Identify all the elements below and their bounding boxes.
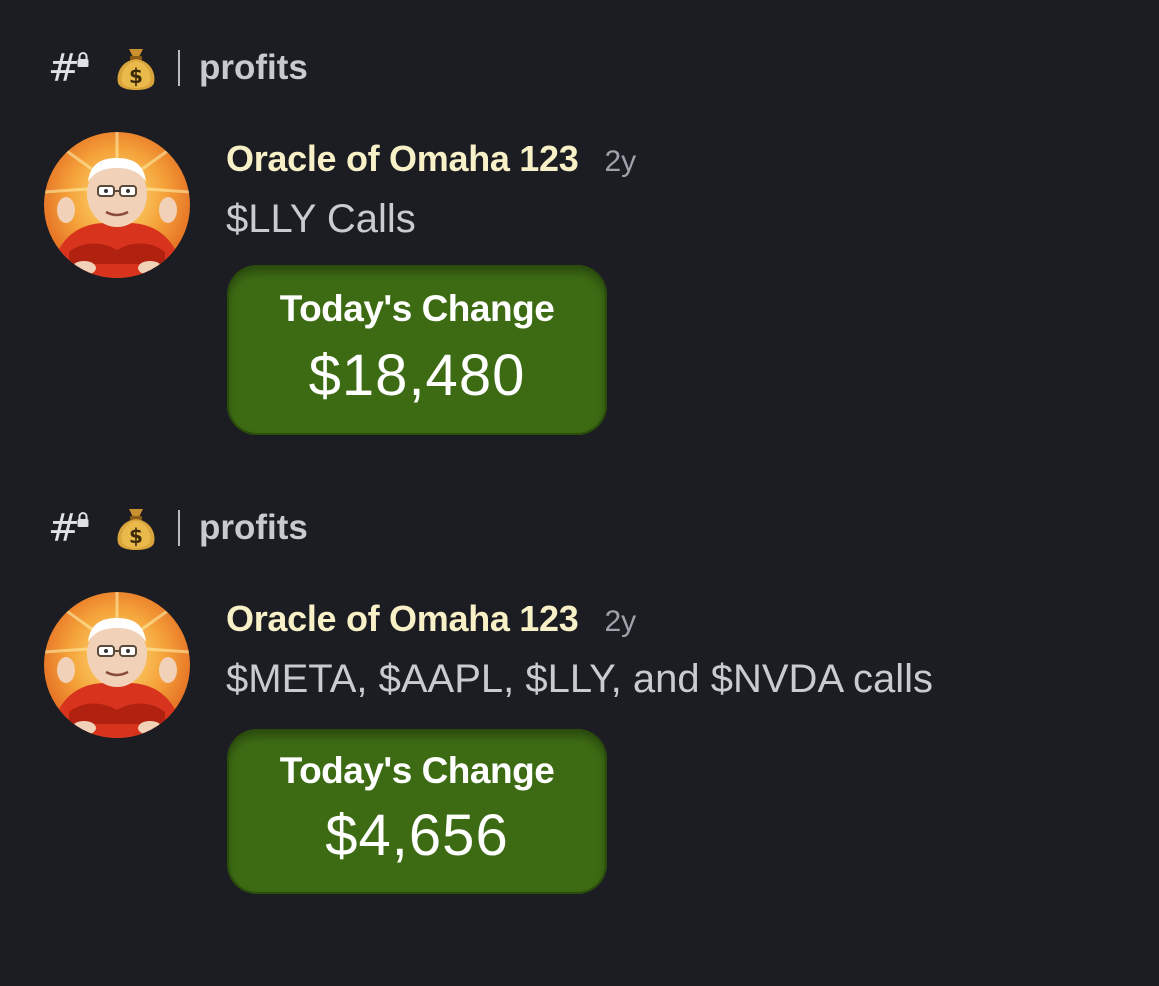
- divider: [178, 50, 180, 86]
- channel-header[interactable]: # $ profits: [48, 498, 308, 558]
- avatar[interactable]: [44, 132, 190, 278]
- money-bag-icon: $: [117, 509, 155, 550]
- channel-name: profits: [199, 508, 308, 547]
- attachment-title: Today's Change: [279, 750, 555, 791]
- hashtag-lock-icon: #: [48, 506, 96, 550]
- svg-text:$: $: [129, 524, 143, 548]
- username[interactable]: Oracle of Omaha 123: [226, 596, 579, 642]
- money-bag-icon: $: [117, 49, 155, 90]
- channel-name: profits: [199, 48, 308, 87]
- username[interactable]: Oracle of Omaha 123: [226, 136, 579, 182]
- divider: [178, 510, 180, 546]
- image-attachment[interactable]: Today's Change $4,656: [227, 729, 607, 894]
- svg-text:$: $: [129, 64, 143, 88]
- hashtag-lock-icon: #: [48, 46, 96, 90]
- timestamp: 2y: [604, 605, 637, 638]
- channel-header[interactable]: # $ profits: [48, 38, 308, 98]
- avatar[interactable]: [44, 592, 190, 738]
- message-header: Oracle of Omaha 123 2y: [226, 596, 636, 645]
- attachment-value: $4,656: [325, 803, 509, 868]
- chat-view: # $ profits Oracle of Omaha 123 2y $LLY …: [0, 0, 1159, 986]
- message-text: $LLY Calls: [226, 197, 416, 241]
- message-header: Oracle of Omaha 123 2y: [226, 136, 636, 185]
- timestamp: 2y: [604, 145, 637, 178]
- message-text: $META, $AAPL, $LLY, and $NVDA calls: [226, 657, 934, 701]
- attachment-value: $18,480: [308, 343, 526, 408]
- attachment-title: Today's Change: [279, 288, 555, 329]
- image-attachment[interactable]: Today's Change $18,480: [227, 265, 607, 435]
